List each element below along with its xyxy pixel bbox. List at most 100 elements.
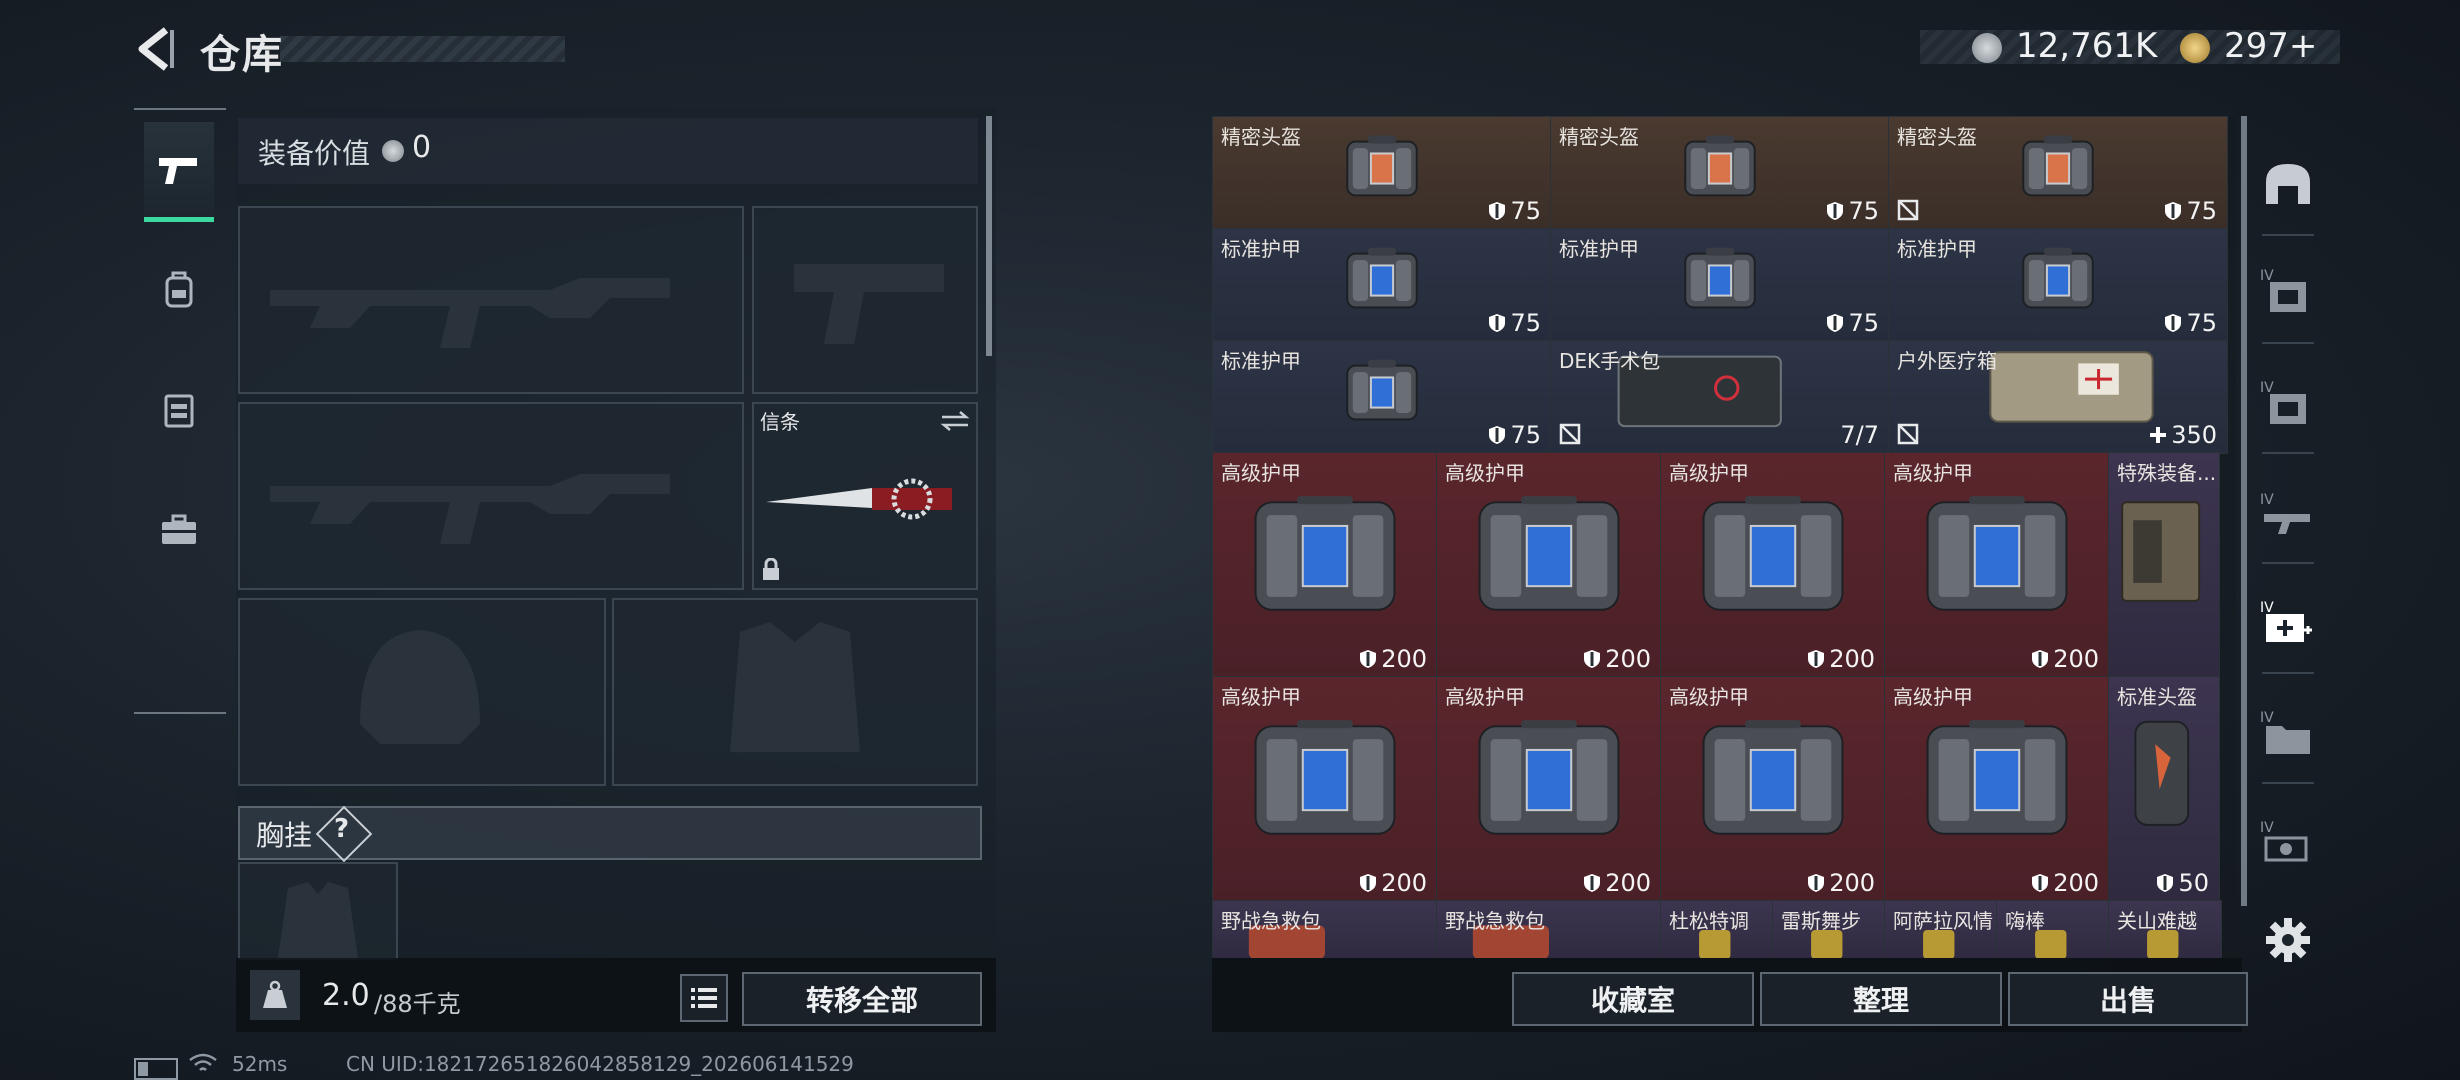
- helmet-slot[interactable]: [238, 598, 606, 786]
- category-medkit-iv-button[interactable]: IV: [2256, 590, 2320, 654]
- item-name: 阿萨拉风情: [1893, 909, 1993, 933]
- armor-bag-icon: [1702, 720, 1844, 835]
- back-arrow-icon[interactable]: [130, 24, 180, 74]
- item-name: 高级护甲: [1669, 461, 1749, 485]
- stash-item[interactable]: 雷斯舞步: [1772, 900, 1886, 958]
- stash-item[interactable]: 标准头盔 50: [2108, 676, 2220, 902]
- stash-item[interactable]: 户外医疗箱 350: [1888, 340, 2228, 454]
- category-helmet-button[interactable]: [2256, 152, 2320, 216]
- swap-icon[interactable]: [940, 410, 970, 432]
- item-value: 200: [1359, 869, 1427, 897]
- toolbox-icon: [162, 514, 196, 544]
- organize-button[interactable]: 整理: [1760, 972, 2002, 1026]
- transfer-all-button[interactable]: 转移全部: [742, 972, 982, 1026]
- durability-shield-icon: [1584, 874, 1601, 892]
- item-value: 75: [1826, 197, 1879, 225]
- stash-item[interactable]: 精密头盔 75: [1550, 116, 1890, 230]
- item-value-text: 75: [1510, 197, 1541, 225]
- body-armor-slot[interactable]: [612, 598, 978, 786]
- stash-item[interactable]: 精密头盔 75: [1212, 116, 1552, 230]
- melee-slot-label: 信条: [760, 410, 800, 434]
- stash-item[interactable]: 高级护甲 200: [1884, 452, 2110, 678]
- tab-backpack[interactable]: [144, 242, 214, 337]
- item-value: 200: [2031, 869, 2099, 897]
- stash-item[interactable]: 标准护甲 75: [1888, 228, 2228, 342]
- item-value: 75: [1826, 309, 1879, 337]
- list-view-button[interactable]: [680, 974, 728, 1022]
- stash-item[interactable]: 野战急救包: [1436, 900, 1662, 958]
- standard-helmet-icon: [2134, 720, 2190, 826]
- body-armor-iv-icon: IV: [2260, 268, 2306, 312]
- item-name: 高级护甲: [1221, 461, 1301, 485]
- non-tradeable-icon: [1897, 199, 1919, 221]
- chest-rig-slot[interactable]: [238, 862, 398, 960]
- durability-shield-icon: [1360, 874, 1377, 892]
- stash-item[interactable]: 高级护甲 200: [1212, 676, 1438, 902]
- gold-coin-icon: [2180, 33, 2210, 63]
- category-folder-iv-button[interactable]: IV: [2256, 700, 2320, 764]
- primary-weapon-slot[interactable]: [238, 206, 744, 394]
- stash-item[interactable]: 高级护甲 200: [1212, 452, 1438, 678]
- svg-text:IV: IV: [2260, 820, 2274, 836]
- stash-item[interactable]: 高级护甲 200: [1660, 676, 1886, 902]
- loadout-scrollbar[interactable]: [986, 116, 992, 356]
- stash-item[interactable]: 嗨棒: [1996, 900, 2110, 958]
- stash-item[interactable]: 精密头盔 75: [1888, 116, 2228, 230]
- item-value-text: 200: [2053, 869, 2099, 897]
- sell-button[interactable]: 出售: [2008, 972, 2248, 1026]
- item-value-text: 200: [1381, 645, 1427, 673]
- silver-balance[interactable]: 12,761K: [2016, 26, 2157, 66]
- stash-scrollbar[interactable]: [2241, 116, 2247, 906]
- item-value: 7/7: [1840, 421, 1879, 449]
- item-value: 75: [2164, 309, 2217, 337]
- stash-item[interactable]: 高级护甲 200: [1436, 452, 1662, 678]
- stash-item[interactable]: 野战急救包: [1212, 900, 1438, 958]
- sidearm-slot[interactable]: [752, 206, 978, 394]
- helmet-silhouette-icon: [360, 630, 480, 744]
- category-armor-iv-button[interactable]: IV: [2256, 258, 2320, 322]
- melee-slot[interactable]: 信条: [752, 402, 978, 590]
- item-name: 高级护甲: [1445, 461, 1525, 485]
- user-uid: CN UID:18217265182604285812​9_2026061415…: [346, 1052, 854, 1076]
- stash-item[interactable]: 标准护甲 75: [1212, 340, 1552, 454]
- item-value-text: 75: [1848, 197, 1879, 225]
- stash-item[interactable]: 阿萨拉风情: [1884, 900, 1998, 958]
- stash-item[interactable]: 高级护甲 200: [1660, 452, 1886, 678]
- wifi-icon: [189, 1053, 217, 1071]
- stash-item[interactable]: 高级护甲 200: [1884, 676, 2110, 902]
- stash-item[interactable]: 标准护甲 75: [1212, 228, 1552, 342]
- item-name: 精密头盔: [1221, 125, 1301, 149]
- collection-room-button[interactable]: 收藏室: [1512, 972, 1754, 1026]
- armor-bag-icon: [1478, 720, 1620, 835]
- stash-item[interactable]: 高级护甲 200: [1436, 676, 1662, 902]
- rifle-silhouette-icon: [270, 474, 670, 544]
- gold-balance[interactable]: 297+: [2224, 26, 2317, 66]
- item-value-text: 7/7: [1840, 421, 1879, 449]
- category-armor-iv-2-button[interactable]: IV: [2256, 370, 2320, 434]
- item-name: 标准护甲: [1559, 237, 1639, 261]
- stash-item[interactable]: DEK手术包 7/7: [1550, 340, 1890, 454]
- tab-toolbox[interactable]: [144, 482, 214, 577]
- item-value: 75: [1488, 421, 1541, 449]
- tab-weapons[interactable]: [144, 122, 214, 222]
- item-value-text: 200: [1381, 869, 1427, 897]
- stash-category-sidebar: IV IV IV IV IV IV: [2250, 116, 2326, 966]
- heal-plus-icon: [2150, 427, 2167, 443]
- armor-bag-icon: [1702, 496, 1844, 611]
- secondary-weapon-slot[interactable]: [238, 402, 744, 590]
- item-value-text: 200: [1605, 645, 1651, 673]
- category-gadget-iv-button[interactable]: IV: [2256, 810, 2320, 874]
- durability-shield-icon: [2165, 202, 2182, 220]
- stash-item[interactable]: 特殊装备...: [2108, 452, 2220, 678]
- item-value: 75: [1488, 197, 1541, 225]
- tab-vest[interactable]: [144, 362, 214, 457]
- stash-item[interactable]: 关山难越: [2108, 900, 2222, 958]
- armor-bag-icon: [1478, 496, 1620, 611]
- settings-button[interactable]: [2256, 908, 2320, 972]
- stash-item[interactable]: 杜松特调: [1660, 900, 1774, 958]
- category-weapon-iv-button[interactable]: IV: [2256, 482, 2320, 546]
- durability-shield-icon: [1360, 650, 1377, 668]
- chest-rig-help: ?: [334, 814, 350, 844]
- stash-item[interactable]: 标准护甲 75: [1550, 228, 1890, 342]
- item-value-text: 50: [2178, 869, 2209, 897]
